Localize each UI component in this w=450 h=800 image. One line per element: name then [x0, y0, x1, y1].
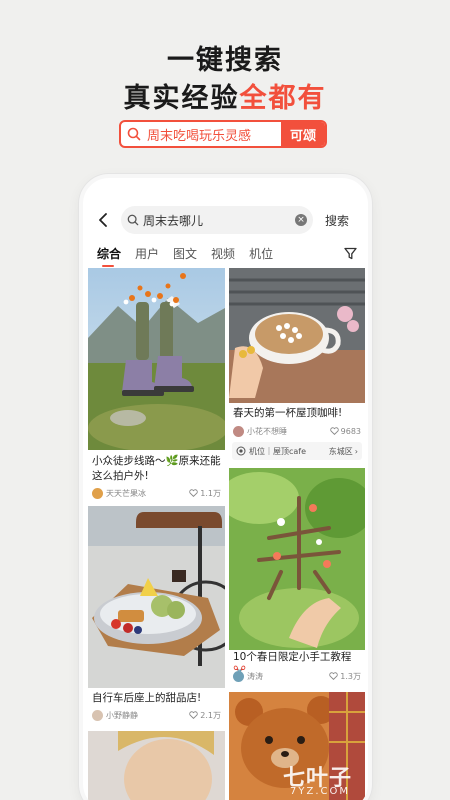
clear-icon[interactable]: × [295, 214, 307, 226]
note-image-portrait [88, 731, 225, 800]
like-count-value: 1.3万 [340, 671, 361, 681]
result-tabs: 综合 用户 图文 视频 机位 [83, 240, 368, 267]
tab-users[interactable]: 用户 [135, 245, 159, 262]
location-tag[interactable]: 机位｜屋顶cafe 东城区 › [232, 442, 362, 460]
headline-experience: 真实经验全都有 [0, 76, 450, 115]
filter-icon[interactable] [344, 245, 358, 260]
note-author: 小花不想睡 [247, 426, 287, 436]
search-header: 周末去哪儿 × 搜索 [83, 204, 368, 236]
note-meta: 涛涛 1.3万 [233, 669, 361, 683]
note-card[interactable]: 10个春日限定小手工教程✂️ 涛涛 1.3万 [229, 468, 365, 688]
camera-spot-icon [236, 446, 246, 456]
headline-search: 一键搜索 [167, 45, 283, 76]
note-card[interactable]: 自行车后座上的甜品店! 小野静静 2.1万 [88, 506, 225, 728]
avatar [233, 425, 244, 437]
heart-icon [189, 489, 198, 497]
avatar [233, 670, 244, 682]
heart-icon [189, 711, 198, 719]
search-query: 周末去哪儿 [143, 213, 204, 228]
like-count[interactable]: 9683 [329, 426, 361, 436]
heart-icon [329, 427, 339, 435]
note-image-dessert-bike [88, 506, 225, 688]
heart-icon [329, 672, 338, 680]
note-author: 涛涛 [247, 671, 263, 681]
search-button[interactable]: 搜索 [325, 212, 349, 229]
note-card[interactable] [88, 731, 225, 800]
watermark-sub: 7YZ.COM [290, 786, 350, 797]
headline-experience-accent: 全都有 [239, 83, 327, 114]
avatar [92, 709, 103, 721]
note-card[interactable]: 小众徒步线路～🌿原来还能这么拍户外! 天天芒果冰 1.1万 [88, 268, 225, 503]
like-count[interactable]: 1.1万 [189, 488, 221, 499]
note-image-twig-craft [229, 468, 365, 650]
note-image-hiking-boots [88, 268, 225, 450]
search-icon [121, 127, 147, 141]
tab-notes[interactable]: 图文 [173, 245, 197, 262]
promo-search-text: 周末吃喝玩乐灵感 [147, 128, 252, 144]
note-card[interactable]: 春天的第一杯屋顶咖啡! 小花不想睡 9683 机位｜屋顶cafe 东城区 › [229, 268, 365, 461]
like-count-value: 2.1万 [200, 710, 221, 720]
promo-search-bar[interactable]: 周末吃喝玩乐灵感 可颂 [119, 120, 327, 148]
location-label: 机位｜屋顶cafe [249, 446, 307, 456]
chevron-right-icon: › [354, 446, 358, 456]
note-author: 小野静静 [106, 710, 138, 720]
promo-search-button[interactable]: 可颂 [281, 122, 325, 146]
tab-all[interactable]: 综合 [97, 245, 121, 267]
tab-videos[interactable]: 视频 [211, 245, 235, 262]
like-count[interactable]: 1.3万 [329, 671, 361, 682]
back-icon[interactable] [89, 206, 117, 234]
note-title: 春天的第一杯屋顶咖啡! [233, 407, 343, 419]
tab-spots[interactable]: 机位 [249, 245, 273, 262]
location-area: 东城区 [328, 446, 353, 456]
like-count[interactable]: 2.1万 [189, 710, 221, 721]
search-icon [127, 211, 139, 230]
note-image-coffee [229, 268, 365, 403]
like-count-value: 1.1万 [200, 488, 221, 498]
watermark-logo: 七叶子 7YZ.COM [283, 760, 352, 797]
avatar [92, 487, 103, 499]
note-meta: 小野静静 2.1万 [92, 708, 221, 722]
note-author: 天天芒果冰 [106, 488, 146, 498]
phone-frame: 周末去哪儿 × 搜索 综合 用户 图文 视频 机位 小众徒步线路～🌿原来还能这么… [79, 174, 372, 800]
note-meta: 小花不想睡 9683 [233, 424, 361, 438]
headline-experience-prefix: 真实经验 [123, 83, 240, 114]
search-input[interactable]: 周末去哪儿 × [121, 206, 313, 234]
note-title: 小众徒步线路～🌿原来还能这么拍户外! [92, 455, 221, 482]
like-count-value: 9683 [340, 426, 361, 436]
note-title: 自行车后座上的甜品店! [92, 692, 202, 704]
note-meta: 天天芒果冰 1.1万 [92, 486, 221, 500]
